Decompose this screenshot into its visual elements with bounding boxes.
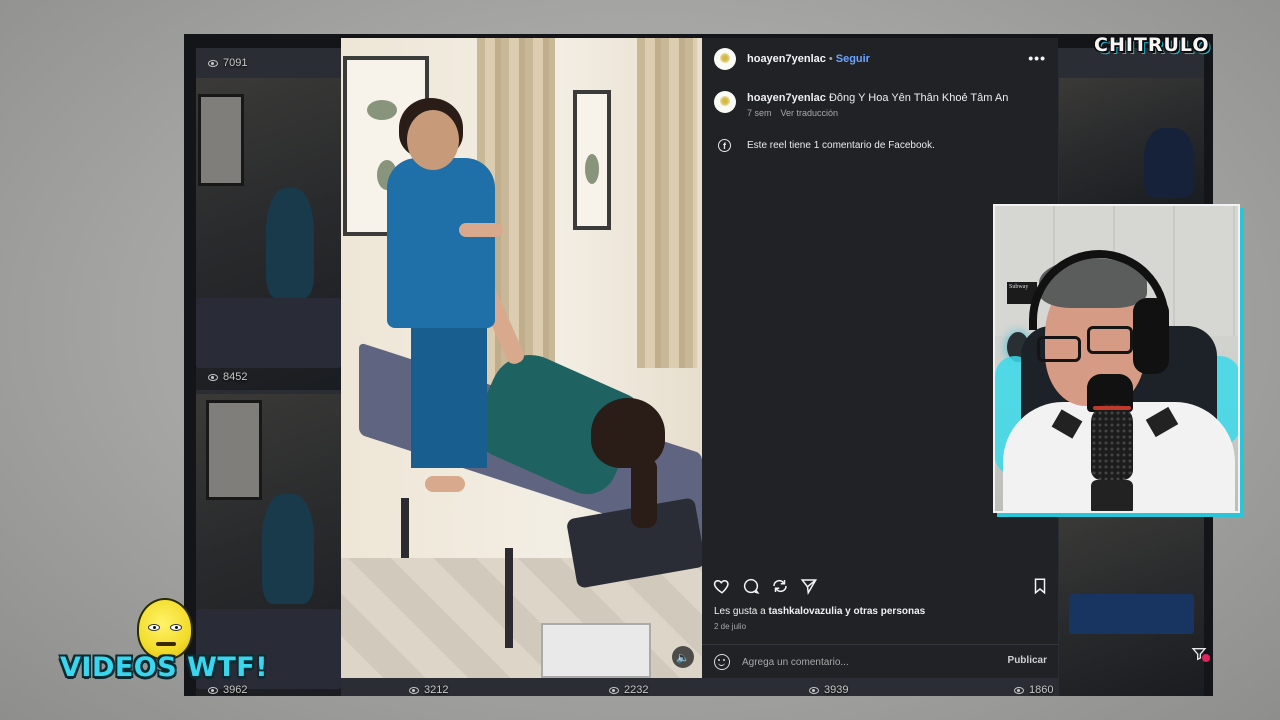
comment-composer: Publicar	[702, 644, 1058, 678]
bookmark-icon[interactable]	[1031, 577, 1049, 595]
facebook-icon: f	[718, 139, 731, 152]
eye-icon	[208, 59, 218, 67]
mute-toggle-button[interactable]: 🔈	[672, 646, 694, 668]
publish-comment-button[interactable]: Publicar	[1008, 655, 1047, 666]
view-count: 3962	[208, 684, 247, 696]
comment-bubble-icon[interactable]	[742, 577, 760, 595]
caption-text: Đông Y Hoa Yên Thân Khoẻ Tâm An	[828, 92, 1009, 104]
caption-age: 7 sem	[747, 108, 772, 118]
post-header: hoayen7yenlac • Seguir •••	[714, 48, 1050, 70]
eye-icon	[809, 686, 819, 694]
eye-icon	[609, 686, 619, 694]
see-translation-link[interactable]: Ver traducción	[781, 108, 839, 118]
post-username[interactable]: hoayen7yenlac	[747, 53, 826, 65]
follow-button[interactable]: Seguir	[836, 53, 870, 65]
heart-icon[interactable]	[713, 577, 731, 595]
emoji-icon[interactable]	[714, 654, 730, 670]
view-count: 1860	[1014, 684, 1053, 696]
eye-icon	[1014, 686, 1024, 694]
profile-avatar[interactable]	[714, 48, 736, 70]
facebook-comment-note: f Este reel tiene 1 comentario de Facebo…	[718, 139, 935, 152]
view-count: 3939	[809, 684, 848, 696]
eye-icon	[208, 373, 218, 381]
post-actions-bar	[713, 577, 1049, 597]
facebook-note-text: Este reel tiene 1 comentario de Facebook…	[747, 140, 935, 151]
liker-username[interactable]: tashkalovazulia	[768, 606, 842, 617]
eye-icon	[208, 686, 218, 694]
segment-title: VIDEOS WTF!	[60, 652, 269, 683]
reel-thumbnail[interactable]	[1059, 78, 1204, 204]
post-date: 2 de julio	[714, 622, 747, 631]
separator-dot: •	[828, 53, 833, 65]
caption-avatar[interactable]	[714, 91, 736, 113]
comment-input[interactable]	[742, 654, 972, 670]
eye-icon	[409, 686, 419, 694]
lemon-mascot-icon	[137, 598, 193, 660]
caption-username[interactable]: hoayen7yenlac	[747, 92, 826, 104]
reel-video[interactable]: 🔈	[341, 38, 702, 678]
likes-summary[interactable]: Les gusta a tashkalovazulia y otras pers…	[714, 606, 925, 617]
reel-thumbnail[interactable]	[196, 78, 341, 390]
view-count: 7091	[208, 57, 247, 69]
speaker-icon: 🔈	[676, 651, 690, 664]
notification-dot	[1202, 654, 1210, 662]
streamer-webcam: Subway	[993, 204, 1240, 513]
repost-icon[interactable]	[771, 577, 789, 595]
send-icon[interactable]	[800, 577, 818, 595]
reel-thumbnail[interactable]	[1059, 514, 1204, 696]
more-options-button[interactable]: •••	[1028, 50, 1046, 66]
post-caption: hoayen7yenlac Đông Y Hoa Yên Thân Khoẻ T…	[714, 91, 1044, 118]
view-count: 3212	[409, 684, 448, 696]
view-count: 2232	[609, 684, 648, 696]
channel-logo: CHITRULO	[1094, 34, 1210, 56]
reel-thumbnail[interactable]	[196, 394, 341, 696]
view-count: 8452	[208, 371, 247, 383]
